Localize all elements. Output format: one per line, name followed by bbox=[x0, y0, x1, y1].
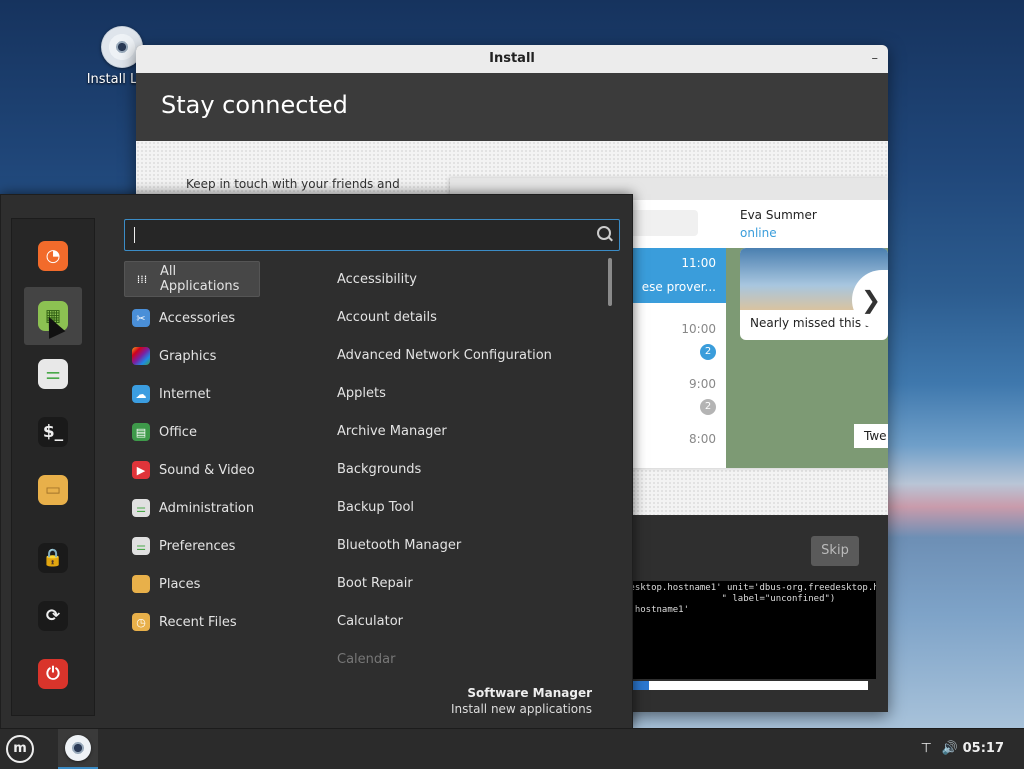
preferences-icon: ⚌ bbox=[132, 537, 150, 555]
favorites-panel: ◔ ▦ ⚌ $_ ▭ 🔒 ⟳ ⏻ bbox=[11, 218, 95, 716]
category-places[interactable]: Places bbox=[124, 566, 260, 602]
lock-screen-button[interactable]: 🔒 bbox=[24, 529, 82, 587]
start-menu: ◔ ▦ ⚌ $_ ▭ 🔒 ⟳ ⏻ ⁞⁞⁞ All Applications ✂ Ac… bbox=[0, 194, 633, 730]
logout-icon: ⟳ bbox=[38, 601, 68, 631]
category-label: Accessories bbox=[159, 310, 236, 326]
disc-icon bbox=[65, 735, 91, 761]
apps-scrollbar[interactable] bbox=[608, 258, 612, 306]
category-office[interactable]: ▤ Office bbox=[124, 414, 260, 450]
app-item[interactable]: Calendar bbox=[337, 650, 395, 670]
minimize-button[interactable]: – bbox=[872, 45, 879, 73]
favorite-terminal[interactable]: $_ bbox=[24, 403, 82, 461]
category-recent-files[interactable]: ◷ Recent Files bbox=[124, 604, 260, 640]
graphics-icon bbox=[132, 347, 150, 365]
category-graphics[interactable]: Graphics bbox=[124, 338, 260, 374]
category-internet[interactable]: ☁ Internet bbox=[124, 376, 260, 412]
favorite-firefox[interactable]: ◔ bbox=[24, 227, 82, 285]
app-description-title: Software Manager bbox=[467, 686, 592, 700]
category-administration[interactable]: ⚌ Administration bbox=[124, 490, 260, 526]
app-item[interactable]: Advanced Network Configuration bbox=[337, 346, 552, 366]
clock[interactable]: 05:17 bbox=[963, 729, 1004, 769]
unread-badge: 2 bbox=[700, 344, 716, 360]
network-icon[interactable]: ⊤ bbox=[921, 729, 932, 769]
install-progress-bar bbox=[616, 681, 868, 690]
message-bubble: Twe bbox=[854, 424, 888, 448]
app-item[interactable]: Backgrounds bbox=[337, 460, 421, 480]
shutdown-button[interactable]: ⏻ bbox=[24, 645, 82, 703]
all-applications-icon: ⁞⁞⁞ bbox=[136, 272, 148, 286]
category-all-applications[interactable]: ⁞⁞⁞ All Applications bbox=[124, 261, 260, 297]
terminal-line: " label="unconfined") bbox=[624, 594, 836, 604]
administration-icon: ⚌ bbox=[132, 499, 150, 517]
telegram-contact-header: Eva Summer online bbox=[726, 200, 888, 248]
category-label: Administration bbox=[159, 500, 255, 516]
contact-name: Eva Summer bbox=[740, 208, 817, 222]
category-label: Places bbox=[159, 576, 201, 592]
logout-button[interactable]: ⟳ bbox=[24, 587, 82, 645]
favorite-files[interactable]: ▭ bbox=[24, 461, 82, 519]
internet-icon: ☁ bbox=[132, 385, 150, 403]
category-sound-video[interactable]: ▶ Sound & Video bbox=[124, 452, 260, 488]
taskbar: m ⊤ 🔊 05:17 bbox=[0, 728, 1024, 769]
app-item[interactable]: Calculator bbox=[337, 612, 403, 632]
chat-time: 11:00 bbox=[681, 256, 716, 270]
settings-toggle-icon: ⚌ bbox=[38, 359, 68, 389]
skip-button[interactable]: Skip bbox=[811, 536, 859, 566]
page-title: Stay connected bbox=[161, 91, 348, 119]
app-item[interactable]: Applets bbox=[337, 384, 386, 404]
category-label: Internet bbox=[159, 386, 211, 402]
chat-time: 9:00 bbox=[689, 377, 716, 391]
category-label: Office bbox=[159, 424, 197, 440]
terminal-line: p.hostname1' bbox=[624, 605, 690, 615]
app-item[interactable]: Backup Tool bbox=[337, 498, 414, 518]
installer-titlebar[interactable]: Install – bbox=[136, 45, 888, 73]
office-icon: ▤ bbox=[132, 423, 150, 441]
category-label: Graphics bbox=[159, 348, 217, 364]
install-log-terminal: desktop.hostname1' unit='dbus-org.freede… bbox=[616, 581, 876, 679]
chat-preview: ese prover... bbox=[641, 280, 716, 294]
window-title: Install bbox=[489, 51, 535, 66]
category-label: Preferences bbox=[159, 538, 236, 554]
sound-video-icon: ▶ bbox=[132, 461, 150, 479]
telegram-conversation: Eva Summer online Nearly missed this s ❯… bbox=[726, 200, 888, 468]
accessories-icon: ✂ bbox=[132, 309, 150, 327]
volume-icon[interactable]: 🔊 bbox=[942, 729, 958, 769]
firefox-icon: ◔ bbox=[38, 241, 68, 271]
app-item[interactable]: Bluetooth Manager bbox=[337, 536, 461, 556]
favorite-settings[interactable]: ⚌ bbox=[24, 345, 82, 403]
category-label: All Applications bbox=[160, 264, 240, 294]
power-icon: ⏻ bbox=[38, 659, 68, 689]
installer-header: Stay connected bbox=[136, 73, 888, 141]
menu-search-input[interactable] bbox=[124, 219, 620, 251]
unread-badge: 2 bbox=[700, 399, 716, 415]
lock-icon: 🔒 bbox=[38, 543, 68, 573]
category-preferences[interactable]: ⚌ Preferences bbox=[124, 528, 260, 564]
category-label: Sound & Video bbox=[159, 462, 255, 478]
terminal-icon: $_ bbox=[38, 417, 68, 447]
category-accessories[interactable]: ✂ Accessories bbox=[124, 300, 260, 336]
app-item[interactable]: Archive Manager bbox=[337, 422, 447, 442]
contact-status: online bbox=[740, 226, 777, 240]
chat-time: 8:00 bbox=[689, 432, 716, 446]
search-icon bbox=[597, 226, 611, 240]
places-icon bbox=[132, 575, 150, 593]
app-item[interactable]: Boot Repair bbox=[337, 574, 413, 594]
chat-time: 10:00 bbox=[681, 322, 716, 336]
folder-icon: ▭ bbox=[38, 475, 68, 505]
menu-button[interactable]: m bbox=[6, 735, 34, 763]
text-caret bbox=[134, 227, 135, 243]
app-description-subtitle: Install new applications bbox=[451, 702, 592, 716]
app-item[interactable]: Accessibility bbox=[337, 270, 417, 290]
slide-text: Keep in touch with your friends and bbox=[186, 177, 400, 191]
terminal-line: desktop.hostname1' unit='dbus-org.freede… bbox=[624, 583, 876, 593]
app-item[interactable]: Account details bbox=[337, 308, 437, 328]
recent-files-icon: ◷ bbox=[132, 613, 150, 631]
taskbar-item-installer[interactable] bbox=[58, 729, 98, 769]
category-label: Recent Files bbox=[159, 614, 237, 630]
